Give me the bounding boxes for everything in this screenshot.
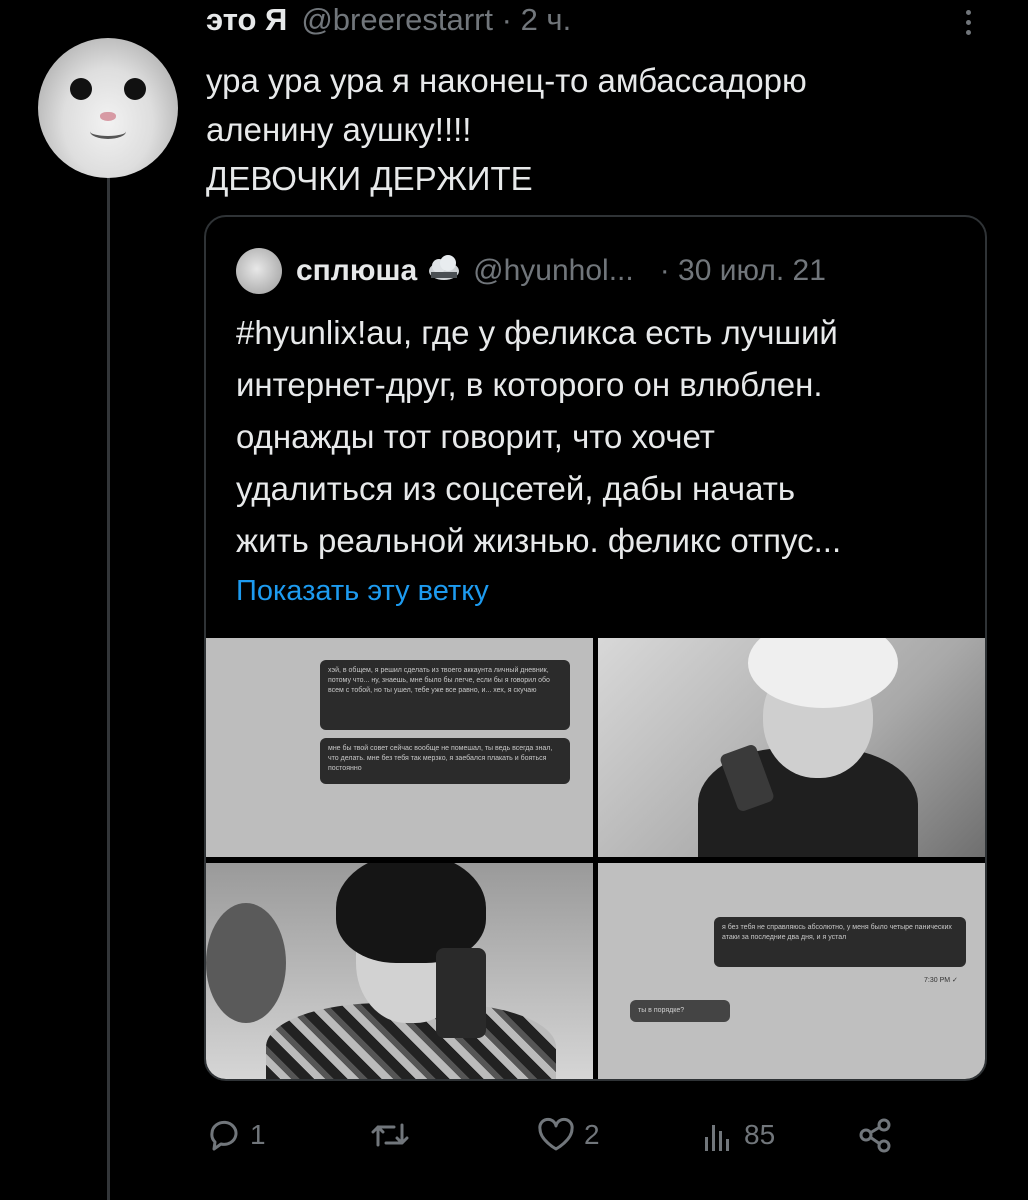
reply-icon bbox=[204, 1115, 244, 1155]
chat-bubble: мне бы твой совет сейчас вообще не помеш… bbox=[320, 738, 570, 784]
media-image-chat-2[interactable]: я без тебя не справляюсь абсолютно, у ме… bbox=[598, 863, 985, 1079]
quoted-text-line: интернет-друг, в которого он влюблен. bbox=[236, 366, 823, 403]
quoted-author-handle: @hyunhol... bbox=[473, 254, 634, 287]
cloud-icon bbox=[427, 252, 461, 290]
quoted-text-line: #hyunlix!au, где у феликса есть лучший bbox=[236, 314, 838, 351]
avatar-nose bbox=[100, 112, 116, 121]
avatar-eye-right bbox=[124, 78, 146, 100]
reply-button[interactable]: 1 bbox=[204, 1110, 266, 1160]
quoted-tweet-header: сплюша @hyunhol... · 30 июл. 21 bbox=[236, 248, 826, 294]
like-button[interactable]: 2 bbox=[534, 1110, 600, 1160]
quoted-tweet[interactable]: сплюша @hyunhol... · 30 июл. 21 #hyunlix… bbox=[204, 215, 987, 1081]
tweet-text-line: аленину аушку!!!! bbox=[206, 111, 472, 148]
thread-line bbox=[107, 172, 110, 1200]
media-image-chat-1[interactable]: хэй, в общем, я решил сделать из твоего … bbox=[206, 638, 593, 857]
more-options-icon[interactable] bbox=[955, 2, 981, 42]
share-icon bbox=[855, 1115, 895, 1155]
author-name[interactable]: это Я bbox=[206, 2, 287, 38]
retweet-button[interactable] bbox=[368, 1110, 418, 1160]
author-handle[interactable]: @breerestarrt · 2 ч. bbox=[301, 2, 571, 38]
quoted-text-line: жить реальной жизнью. феликс отпус... bbox=[236, 522, 842, 559]
photo-plant-shape bbox=[206, 903, 286, 1023]
avatar-mouth bbox=[90, 124, 126, 139]
quoted-text: #hyunlix!au, где у феликса есть лучший и… bbox=[236, 307, 981, 567]
tweet-header: это Я @breerestarrt · 2 ч. bbox=[206, 2, 571, 38]
action-bar: 1 2 85 bbox=[0, 1110, 1028, 1160]
chat-bubble: я без тебя не справляюсь абсолютно, у ме… bbox=[714, 917, 966, 967]
quoted-date: · 30 июл. 21 bbox=[659, 254, 826, 287]
chat-timestamp: 7:30 PM ✓ bbox=[924, 977, 958, 984]
views-count: 85 bbox=[744, 1119, 776, 1150]
reply-count: 1 bbox=[250, 1119, 266, 1150]
media-image-photo-2[interactable] bbox=[206, 863, 593, 1079]
chat-bubble: ты в порядке? bbox=[630, 1000, 730, 1022]
quoted-date-text: 30 июл. 21 bbox=[678, 254, 826, 287]
like-count: 2 bbox=[584, 1119, 600, 1150]
retweet-icon bbox=[368, 1115, 412, 1155]
quoted-text-line: удалиться из соцсетей, дабы начать bbox=[236, 470, 796, 507]
views-button[interactable]: 85 bbox=[698, 1110, 775, 1160]
share-button[interactable] bbox=[855, 1110, 895, 1160]
avatar[interactable] bbox=[38, 38, 178, 178]
photo-phone-shape bbox=[436, 948, 486, 1038]
heart-icon bbox=[534, 1115, 578, 1155]
tweet-text: ура ура ура я наконец-то амбассадорю але… bbox=[206, 56, 986, 203]
tweet-text-line: ура ура ура я наконец-то амбассадорю bbox=[206, 62, 807, 99]
quoted-text-line: однажды тот говорит, что хочет bbox=[236, 418, 715, 455]
chat-bubble: хэй, в общем, я решил сделать из твоего … bbox=[320, 660, 570, 730]
tweet-text-line: ДЕВОЧКИ ДЕРЖИТЕ bbox=[206, 160, 533, 197]
quoted-avatar bbox=[236, 248, 282, 294]
views-bar-chart-icon bbox=[698, 1115, 738, 1155]
media-image-photo-1[interactable] bbox=[598, 638, 985, 857]
show-thread-link[interactable]: Показать эту ветку bbox=[236, 575, 489, 608]
media-grid: хэй, в общем, я решил сделать из твоего … bbox=[206, 638, 985, 1079]
quoted-author-name: сплюша bbox=[296, 254, 418, 287]
avatar-eye-left bbox=[70, 78, 92, 100]
